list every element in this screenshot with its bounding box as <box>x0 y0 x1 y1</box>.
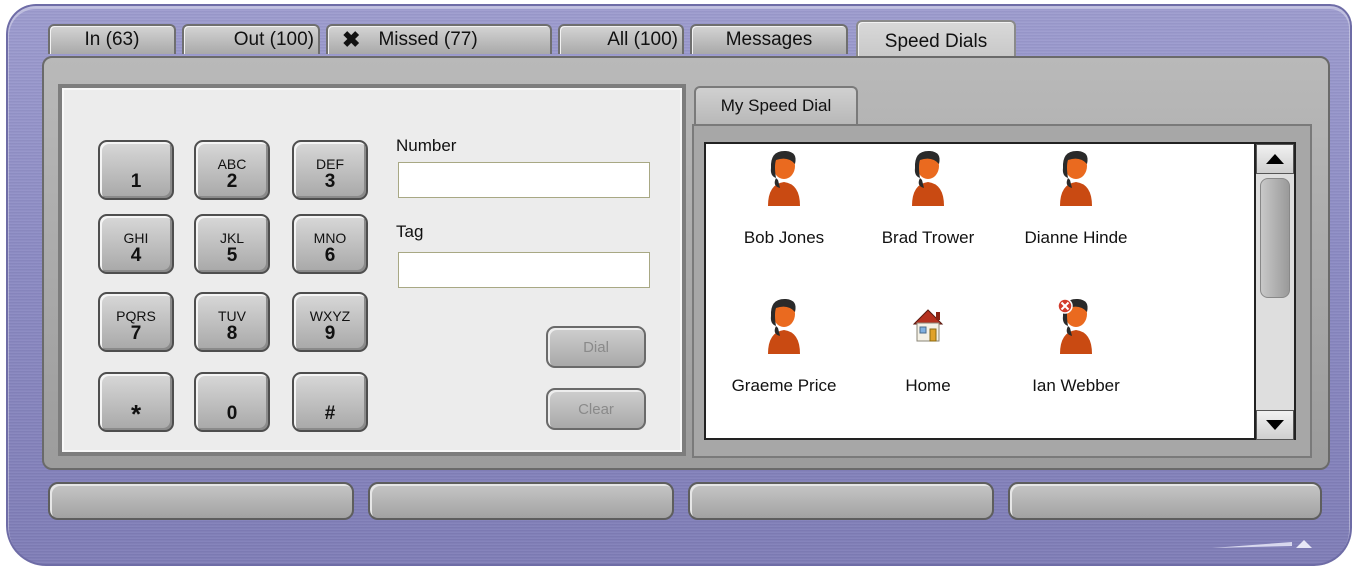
speed-dial-list: Bob Jones Brad Trower Dianne Hinde Graem… <box>704 142 1256 440</box>
clear-button-label: Clear <box>578 400 614 418</box>
speed-dial-scrollbar[interactable] <box>1256 142 1296 440</box>
tab-all[interactable]: All (100) <box>558 24 684 54</box>
key-letters: TUV <box>218 308 246 324</box>
contact-name: Home <box>905 376 951 395</box>
key-digit: 4 <box>130 245 142 266</box>
key-digit: 8 <box>226 323 238 344</box>
key-digit: # <box>324 403 336 424</box>
key-star[interactable]: * <box>98 372 174 432</box>
speed-dial-contact[interactable]: Bob Jones <box>714 148 854 248</box>
tab-label: Out (100) <box>233 29 314 50</box>
tab-missed[interactable]: ✖ Missed (77) <box>326 24 552 54</box>
dial-button[interactable]: Dial <box>546 326 646 368</box>
person-icon <box>768 150 800 206</box>
tag-label: Tag <box>396 222 424 241</box>
key-7[interactable]: PQRS 7 <box>98 292 174 352</box>
key-digit: 1 <box>130 171 142 192</box>
key-letters: WXYZ <box>309 308 351 324</box>
tab-label: All (100) <box>607 29 678 50</box>
key-digit: * <box>130 399 142 429</box>
contact-name: Graeme Price <box>731 376 837 395</box>
key-letters: ABC <box>217 156 247 172</box>
bottom-button-2[interactable] <box>368 482 674 520</box>
key-6[interactable]: MNO 6 <box>292 214 368 274</box>
person-icon <box>1060 150 1092 206</box>
house-icon <box>912 309 944 342</box>
person-icon <box>768 298 800 354</box>
key-letters: DEF <box>316 156 344 172</box>
speed-dial-contact[interactable]: Brad Trower <box>858 148 998 248</box>
contact-name: Brad Trower <box>881 228 975 247</box>
key-letters: MNO <box>313 230 347 246</box>
tab-messages[interactable]: Messages <box>690 24 848 54</box>
tab-label: Missed (77) <box>378 29 478 50</box>
tag-input[interactable] <box>398 252 650 288</box>
key-2[interactable]: ABC 2 <box>194 140 270 200</box>
tab-in[interactable]: In (63) <box>48 24 176 54</box>
key-8[interactable]: TUV 8 <box>194 292 270 352</box>
key-digit: 3 <box>324 171 336 192</box>
dial-button-label: Dial <box>583 338 609 356</box>
key-0[interactable]: 0 <box>194 372 270 432</box>
speed-dial-contact[interactable]: Ian Webber <box>1006 296 1146 396</box>
key-9[interactable]: WXYZ 9 <box>292 292 368 352</box>
number-input[interactable] <box>398 162 650 198</box>
key-letters: GHI <box>123 230 149 246</box>
clear-button[interactable]: Clear <box>546 388 646 430</box>
key-letters: PQRS <box>116 308 156 324</box>
key-hash[interactable]: # <box>292 372 368 432</box>
number-label: Number <box>396 136 457 155</box>
speed-dial-tabbar: My Speed Dial <box>690 84 1310 124</box>
bottom-button-4[interactable] <box>1008 482 1322 520</box>
person-unavailable-icon <box>1057 298 1092 354</box>
key-digit: 0 <box>226 403 238 424</box>
key-digit: 7 <box>130 323 142 344</box>
key-digit: 6 <box>324 245 336 266</box>
contact-name: Ian Webber <box>1032 376 1120 395</box>
resize-grip-icon[interactable] <box>1212 538 1312 550</box>
triangle-down-icon <box>1266 420 1284 430</box>
scroll-down-button[interactable] <box>1256 410 1294 440</box>
person-icon <box>912 150 944 206</box>
key-5[interactable]: JKL 5 <box>194 214 270 274</box>
key-letters: JKL <box>219 230 245 246</box>
speed-dial-contact[interactable]: Graeme Price <box>714 296 854 396</box>
speed-dial-contact[interactable]: Dianne Hinde <box>1006 148 1146 248</box>
tab-label: Speed Dials <box>884 31 988 52</box>
tab-my-speed-dial[interactable]: My Speed Dial <box>694 86 858 124</box>
key-1[interactable]: 1 <box>98 140 174 200</box>
tab-out[interactable]: Out (100) <box>182 24 320 54</box>
tab-label: Messages <box>725 29 813 50</box>
tab-label: My Speed Dial <box>720 96 832 115</box>
key-3[interactable]: DEF 3 <box>292 140 368 200</box>
key-digit: 2 <box>226 171 238 192</box>
key-4[interactable]: GHI 4 <box>98 214 174 274</box>
key-digit: 5 <box>226 245 238 266</box>
scroll-up-button[interactable] <box>1256 144 1294 174</box>
x-icon: ✖ <box>342 27 361 52</box>
triangle-up-icon <box>1266 154 1284 164</box>
scroll-thumb[interactable] <box>1260 178 1290 298</box>
bottom-button-3[interactable] <box>688 482 994 520</box>
speed-dial-contact[interactable]: Home <box>858 296 998 396</box>
contact-name: Dianne Hinde <box>1024 228 1128 247</box>
bottom-button-1[interactable] <box>48 482 354 520</box>
key-digit: 9 <box>324 323 336 344</box>
contact-name: Bob Jones <box>743 228 825 247</box>
tab-label: In (63) <box>84 29 140 50</box>
